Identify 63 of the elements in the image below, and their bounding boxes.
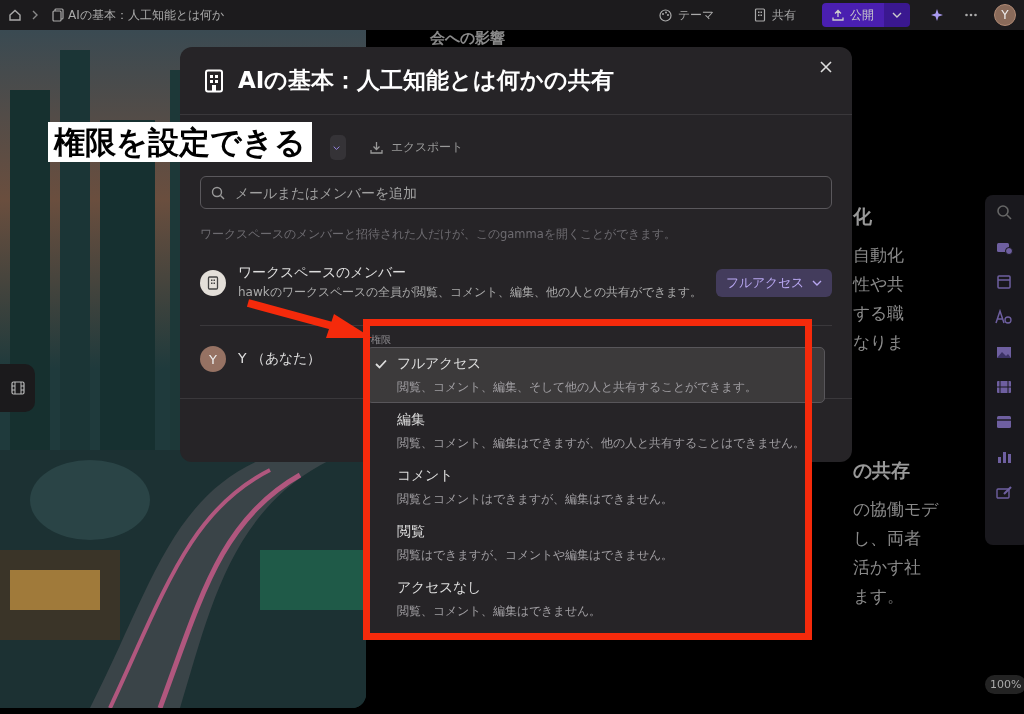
panel-icon[interactable]: [995, 413, 1013, 431]
check-icon: [374, 358, 388, 370]
user-avatar: Y: [200, 346, 226, 372]
permission-option[interactable]: コメント 閲覧とコメントはできますが、編集はできません。: [367, 459, 806, 515]
search-field[interactable]: メールまたはメンバーを追加: [200, 176, 832, 209]
close-icon: [820, 61, 832, 73]
user-avatar[interactable]: Y: [994, 4, 1016, 26]
download-icon: [370, 141, 383, 154]
annotation-label: 権限を設定できる: [48, 122, 312, 162]
slide-heading: 化: [853, 204, 872, 229]
option-description: 閲覧とコメントはできますが、編集はできません。: [397, 491, 673, 508]
text-style-icon[interactable]: [995, 308, 1013, 326]
option-description: 閲覧、コメント、編集、そして他の人と共有することができます。: [397, 379, 757, 396]
option-description: 閲覧、コメント、編集はできますが、他の人と共有することはできません。: [397, 435, 805, 452]
slide-text: ます。: [853, 585, 904, 608]
publish-button[interactable]: 公開: [822, 3, 884, 27]
film-icon: [10, 381, 25, 395]
member-name: Y （あなた）: [238, 350, 321, 368]
sparkle-icon[interactable]: [930, 8, 944, 22]
permission-option[interactable]: アクセスなし 閲覧、コメント、編集はできません。: [367, 571, 806, 627]
search-icon[interactable]: [995, 203, 1013, 221]
access-dropdown[interactable]: フルアクセス: [716, 268, 832, 297]
film-icon[interactable]: [995, 378, 1013, 396]
building-icon: [754, 8, 766, 22]
slide-text: なりま: [853, 331, 904, 354]
upload-icon: [832, 9, 844, 21]
search-input[interactable]: メールまたはメンバーを追加: [233, 183, 821, 202]
slide-text: 活かす社: [853, 556, 921, 579]
layout-icon[interactable]: [995, 273, 1013, 291]
slide-heading: 会への影響: [430, 30, 505, 47]
building-icon: [204, 68, 224, 93]
document-icon: [52, 8, 64, 22]
caret-icon: [333, 143, 340, 152]
media-button[interactable]: [0, 364, 35, 412]
slide-text: する職: [853, 302, 904, 325]
permission-option[interactable]: 閲覧 閲覧はできますが、コメントや編集はできません。: [367, 515, 806, 571]
publish-menu-button[interactable]: [884, 3, 910, 27]
zoom-level[interactable]: 100%: [985, 675, 1024, 694]
home-icon[interactable]: [8, 8, 22, 22]
menu-label: 権限: [371, 333, 391, 347]
search-icon: [211, 185, 225, 200]
theme-button[interactable]: テーマ: [651, 2, 722, 28]
form-edit-icon[interactable]: [995, 483, 1013, 501]
dialog-title: AIの基本：人工知能とは何かの共有: [238, 66, 616, 95]
slide-text: 性や共: [853, 273, 904, 296]
building-icon: [207, 275, 219, 290]
member-name: ワークスペースのメンバー: [238, 264, 407, 282]
document-title[interactable]: AIの基本：人工知能とは何か: [68, 6, 224, 24]
option-description: 閲覧、コメント、編集はできません。: [397, 603, 601, 620]
permission-option[interactable]: フルアクセス 閲覧、コメント、編集、そして他の人と共有することができます。: [367, 347, 825, 403]
share-button[interactable]: 共有: [746, 2, 804, 28]
slide-text: の協働モデ: [853, 498, 938, 521]
palette-icon: [659, 8, 672, 22]
caret-icon: [812, 278, 822, 287]
slide-heading: の共存: [853, 458, 910, 483]
slide-text: 自動化: [853, 244, 904, 267]
member-description: hawkのワークスペースの全員が閲覧、コメント、編集、他の人との共有ができます。: [238, 284, 703, 301]
export-button[interactable]: エクスポート: [364, 138, 469, 157]
option-description: 閲覧はできますが、コメントや編集はできません。: [397, 547, 673, 564]
permission-option[interactable]: 編集 閲覧、コメント、編集はできますが、他の人と共有することはできません。: [367, 403, 806, 459]
access-note: ワークスペースのメンバーと招待された人だけが、このgammaを開くことができます。: [200, 227, 677, 242]
slide-text: し、両者: [853, 527, 921, 550]
chevron-icon: [30, 9, 40, 21]
